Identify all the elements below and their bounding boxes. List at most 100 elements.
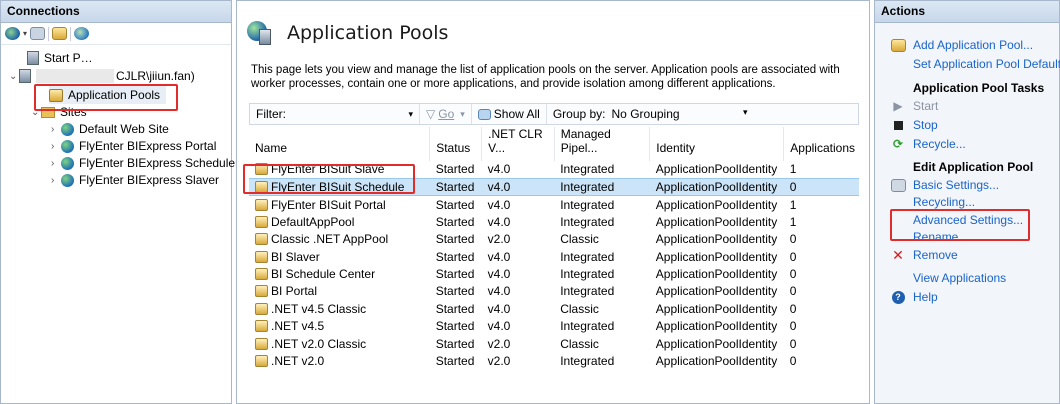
website-globe-icon xyxy=(61,156,74,170)
status-cell: Started xyxy=(430,352,482,369)
cell-text: Classic xyxy=(560,336,599,351)
column-header-applications[interactable]: Applications xyxy=(784,127,859,161)
table-row[interactable]: Classic .NET AppPool Started v2.0 Classic Ap… xyxy=(249,231,859,248)
table-row[interactable]: .NET v2.0 Started v2.0 Integrated Applicatio… xyxy=(249,352,859,369)
applications-cell: 1 xyxy=(784,196,859,213)
pool-name-cell: .NET v2.0 xyxy=(249,352,430,369)
clr-version-cell: v4.0 xyxy=(482,318,555,335)
rename-action[interactable]: Rename xyxy=(875,231,1059,243)
action-label: Basic Settings... xyxy=(913,178,1000,192)
clr-version-cell: v4.0 xyxy=(482,248,555,265)
dropdown-arrow-icon[interactable]: ▾ xyxy=(743,107,748,121)
disconnect-icon[interactable] xyxy=(74,27,90,40)
tree-item-sites[interactable]: ⌄ Sites xyxy=(31,103,87,121)
group-by-select[interactable]: No Grouping ▾ xyxy=(612,107,748,121)
start-action[interactable]: ▶ Start xyxy=(875,97,1059,116)
cell-text: v2.0 xyxy=(487,336,511,351)
table-row[interactable]: BI Schedule Center Started v4.0 Integrated A… xyxy=(249,265,859,282)
cell-text: ApplicationPoolIdentity xyxy=(655,284,778,299)
cell-text: Integrated xyxy=(560,249,615,264)
application-pool-icon xyxy=(255,163,268,176)
link-label: Set Application Pool Defaults... xyxy=(913,57,1060,71)
table-row[interactable]: BI Slaver Started v4.0 Integrated Applicatio… xyxy=(249,248,859,265)
pool-name-cell: BI Portal xyxy=(249,283,430,300)
table-row[interactable]: DefaultAppPool Started v4.0 Integrated Appli… xyxy=(249,213,859,230)
toolbar-separator xyxy=(70,26,72,41)
tree-item-site[interactable]: › FlyEnter BIExpress Scheduler xyxy=(51,154,239,172)
go-button[interactable]: ▽ Go ▾ xyxy=(420,104,472,124)
set-pool-defaults-link[interactable]: Set Application Pool Defaults... xyxy=(875,55,1060,74)
show-all-button[interactable]: Show All xyxy=(472,104,547,124)
identity-cell: ApplicationPoolIdentity xyxy=(650,196,784,213)
up-folder-icon[interactable] xyxy=(52,27,68,40)
chevron-right-icon[interactable]: › xyxy=(51,141,61,152)
table-row[interactable]: FlyEnter BISuit Schedule Started v4.0 Integ… xyxy=(249,177,859,197)
cell-text: Started xyxy=(435,232,475,247)
table-row[interactable]: FlyEnter BISuit Slave Started v4.0 Integrat… xyxy=(249,161,859,178)
recycling-action[interactable]: Recycling... xyxy=(875,195,1059,209)
applications-cell: 0 xyxy=(784,352,859,369)
pipeline-cell: Integrated xyxy=(554,177,650,197)
cell-text: ApplicationPoolIdentity xyxy=(655,267,778,282)
cell-text: Started xyxy=(435,353,475,368)
chevron-right-icon[interactable]: › xyxy=(51,175,61,186)
dropdown-arrow-icon[interactable]: ▾ xyxy=(408,109,413,120)
tree-item-site[interactable]: › FlyEnter BIExpress Portal xyxy=(51,137,216,155)
chevron-down-icon[interactable]: ⌄ xyxy=(31,107,41,118)
action-label: Help xyxy=(913,290,938,304)
stop-action[interactable]: Stop xyxy=(875,116,1059,135)
cell-text: Started xyxy=(435,319,475,334)
chevron-right-icon[interactable]: › xyxy=(51,124,61,135)
cell-text: Integrated xyxy=(560,180,615,195)
basic-settings-action[interactable]: Basic Settings... xyxy=(875,176,1059,195)
chevron-down-icon[interactable]: ⌄ xyxy=(9,71,19,82)
cell-text: FlyEnter BISuit Portal xyxy=(271,197,386,212)
pipeline-cell: Integrated xyxy=(554,265,650,282)
view-applications-link[interactable]: View Applications xyxy=(875,269,1059,288)
column-header-identity[interactable]: Identity xyxy=(649,127,785,161)
application-pool-icon xyxy=(255,337,268,350)
connect-globe-icon[interactable] xyxy=(5,27,20,40)
pool-name-cell: .NET v4.5 xyxy=(249,318,430,335)
help-link[interactable]: ? Help xyxy=(875,288,1059,307)
cell-text: FlyEnter BISuit Slave xyxy=(271,162,385,177)
table-row[interactable]: BI Portal Started v4.0 Integrated Applicatio… xyxy=(249,283,859,300)
table-row[interactable]: FlyEnter BISuit Portal Started v4.0 Integra… xyxy=(249,196,859,213)
application-pool-icon xyxy=(255,233,268,246)
status-cell: Started xyxy=(430,283,482,300)
tree-item-server[interactable]: ⌄ CJLR\jiiun.fan) xyxy=(9,67,195,85)
table-row[interactable]: .NET v2.0 Classic Started v2.0 Classic Appli… xyxy=(249,335,859,352)
cell-text: Classic xyxy=(560,301,599,316)
tree-label: Default Web Site xyxy=(79,122,169,136)
filter-input[interactable]: Filter: ▾ xyxy=(250,104,420,124)
identity-cell: ApplicationPoolIdentity xyxy=(650,352,784,369)
save-icon[interactable] xyxy=(30,27,46,40)
action-label: Stop xyxy=(913,118,938,132)
cell-text: .NET v4.5 xyxy=(271,319,325,334)
page-header: Application Pools xyxy=(247,21,448,45)
remove-action[interactable]: ✕ Remove xyxy=(875,246,1059,265)
pipeline-cell: Integrated xyxy=(554,161,650,178)
column-header-managed-pipeline[interactable]: Managed Pipel... xyxy=(554,127,651,161)
dropdown-arrow-icon[interactable]: ▾ xyxy=(23,29,27,38)
group-by-control[interactable]: Group by: No Grouping ▾ xyxy=(547,104,754,124)
tree-item-site[interactable]: › Default Web Site xyxy=(51,120,169,138)
tree-item-start-page[interactable]: Start P… xyxy=(27,49,93,67)
chevron-right-icon[interactable]: › xyxy=(51,158,61,169)
tree-item-site[interactable]: › FlyEnter BIExpress Slaver xyxy=(51,171,219,189)
column-header-status[interactable]: Status xyxy=(429,127,483,161)
tree-item-application-pools[interactable]: Application Pools xyxy=(49,86,167,104)
column-header-name[interactable]: Name xyxy=(249,127,431,161)
table-row[interactable]: .NET v4.5 Classic Started v4.0 Classic Appli… xyxy=(249,300,859,317)
advanced-settings-action[interactable]: Advanced Settings... xyxy=(875,209,1059,231)
status-cell: Started xyxy=(430,300,482,317)
dropdown-arrow-icon[interactable]: ▾ xyxy=(460,109,465,120)
cell-text: Started xyxy=(435,197,475,212)
website-globe-icon xyxy=(61,139,74,153)
recycle-action[interactable]: ⟳ Recycle... xyxy=(875,135,1059,154)
add-application-pool-link[interactable]: Add Application Pool... xyxy=(875,36,1059,55)
pipeline-cell: Integrated xyxy=(554,318,650,335)
column-header-clr-version[interactable]: .NET CLR V... xyxy=(481,127,555,161)
table-row[interactable]: .NET v4.5 Started v4.0 Integrated Applicatio… xyxy=(249,318,859,335)
cell-text: 1 xyxy=(789,162,797,177)
